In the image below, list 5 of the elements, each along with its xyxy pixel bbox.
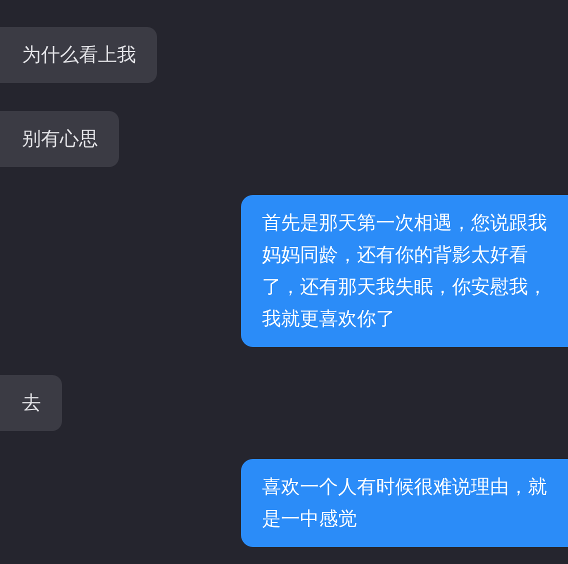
received-message: 别有心思 — [0, 111, 119, 167]
received-message: 为什么看上我 — [0, 27, 157, 83]
sent-message: 喜欢一个人有时候很难说理由，就是一中感觉 — [241, 459, 568, 547]
received-message: 去 — [0, 375, 62, 431]
sent-message: 首先是那天第一次相遇，您说跟我妈妈同龄，还有你的背影太好看了，还有那天我失眠，你安慰我，我就更喜欢你了 — [241, 195, 568, 347]
